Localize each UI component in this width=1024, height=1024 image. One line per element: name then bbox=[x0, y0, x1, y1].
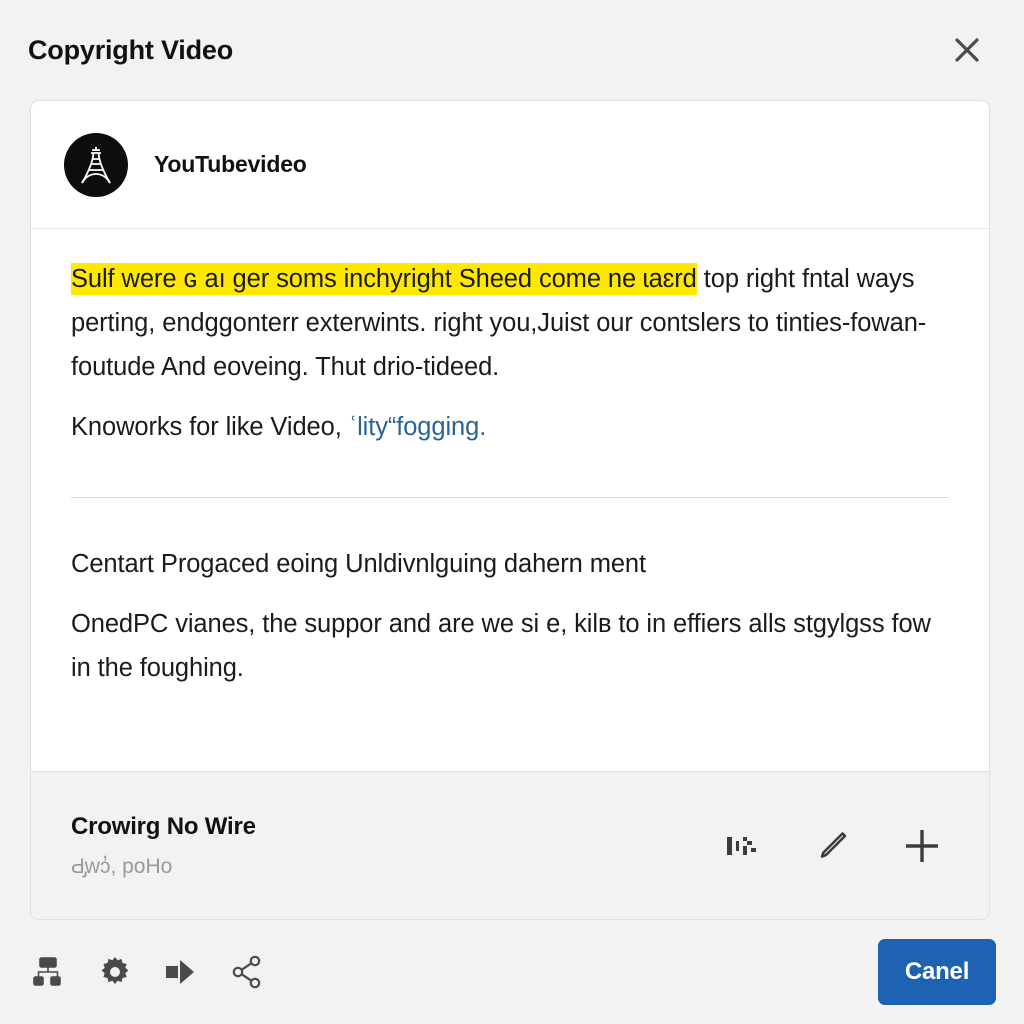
section-divider bbox=[71, 497, 949, 498]
card-footer-subtitle: Ԁ̡wɔ̓, poНo bbox=[71, 854, 173, 878]
plus-add-icon[interactable] bbox=[899, 823, 945, 869]
body-paragraph-1: Sulf were ɢ aı ger soms inchyright Sheed… bbox=[71, 257, 949, 389]
card-footer-actions bbox=[719, 823, 955, 869]
dialog-header: Copyright Video bbox=[0, 0, 1024, 100]
pencil-edit-icon[interactable] bbox=[809, 823, 855, 869]
card-header: YouTubevideo bbox=[31, 101, 989, 229]
body-paragraph-3: Centart Progaced eoing Unldivnlguing dah… bbox=[71, 550, 646, 578]
video-card: YouTubevideo Sulf were ɢ aı ger soms inc… bbox=[30, 100, 990, 920]
card-footer: Crowirg No Wire Ԁ̡wɔ̓, poНo bbox=[31, 771, 989, 919]
captions-icon[interactable] bbox=[719, 823, 765, 869]
body-inline-link[interactable]: ʿlity“fogging. bbox=[349, 413, 487, 441]
bottom-toolbar: Canel bbox=[0, 920, 1024, 1024]
card-body: Sulf were ɢ aı ger soms inchyright Sheed… bbox=[31, 229, 989, 771]
page-title: Copyright Video bbox=[28, 34, 234, 65]
cancel-button[interactable]: Canel bbox=[878, 939, 996, 1005]
close-icon[interactable] bbox=[944, 27, 990, 73]
forward-arrow-icon[interactable] bbox=[158, 949, 204, 995]
highlighted-text: Sulf were ɢ aı ger soms inchyright Sheed… bbox=[71, 263, 697, 295]
body-paragraph-2: Knoworks for like Video, ʿlity“fogging. bbox=[71, 405, 949, 449]
sitemap-icon[interactable] bbox=[26, 949, 72, 995]
card-footer-text: Crowirg No Wire Ԁ̡wɔ̓, poНo bbox=[71, 813, 256, 879]
body-paragraph-4: OnedPC vianes, the suppor and are we si … bbox=[71, 610, 931, 682]
share-icon[interactable] bbox=[224, 949, 270, 995]
toolbar-icon-group bbox=[26, 949, 270, 995]
card-footer-title: Crowirg No Wire bbox=[71, 812, 256, 840]
channel-name: YouTubevideo bbox=[154, 151, 307, 177]
gear-settings-icon[interactable] bbox=[92, 949, 138, 995]
eiffel-tower-avatar-icon bbox=[64, 132, 128, 197]
body-paragraph-2-text: Knoworks for like Video, bbox=[71, 413, 342, 441]
